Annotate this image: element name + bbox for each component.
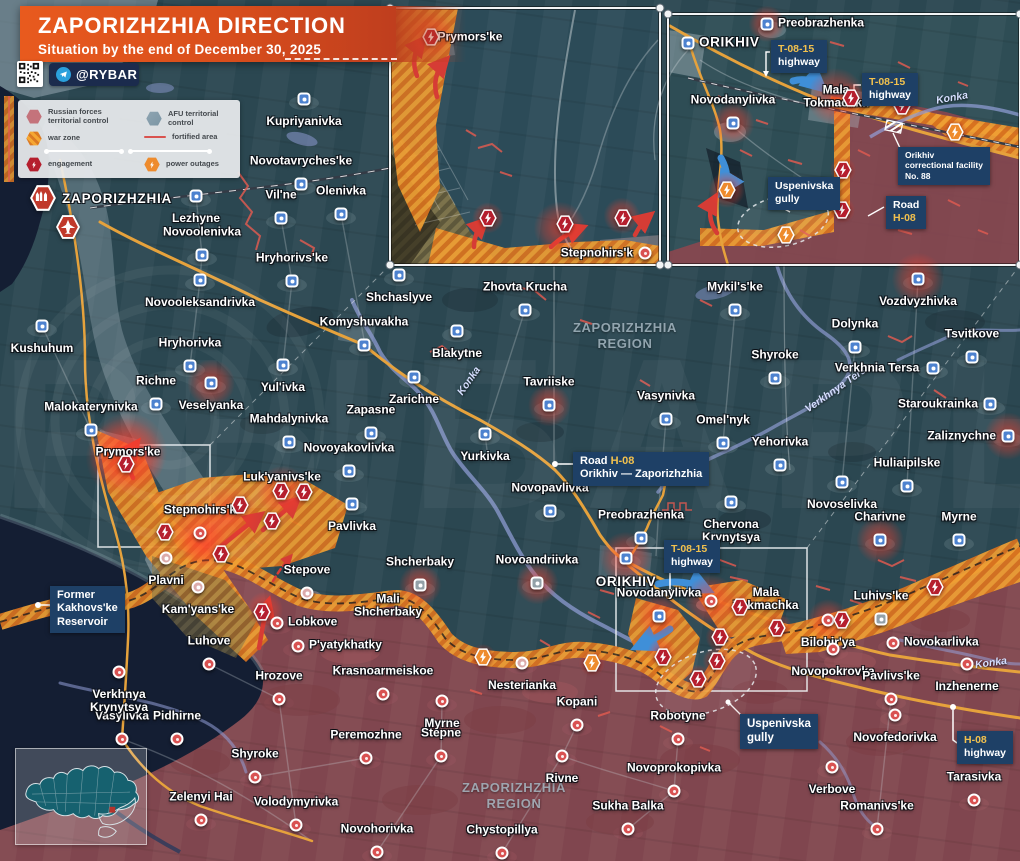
inset-orikhiv (654, 10, 1020, 269)
situation-map: РЫБАРЬ ZAPORIZHZHIA REGIONZAPORIZHZHIA R… (0, 0, 1020, 861)
inset-prymorske (386, 4, 664, 269)
map-canvas (0, 0, 1020, 861)
edge-strip (4, 96, 14, 182)
